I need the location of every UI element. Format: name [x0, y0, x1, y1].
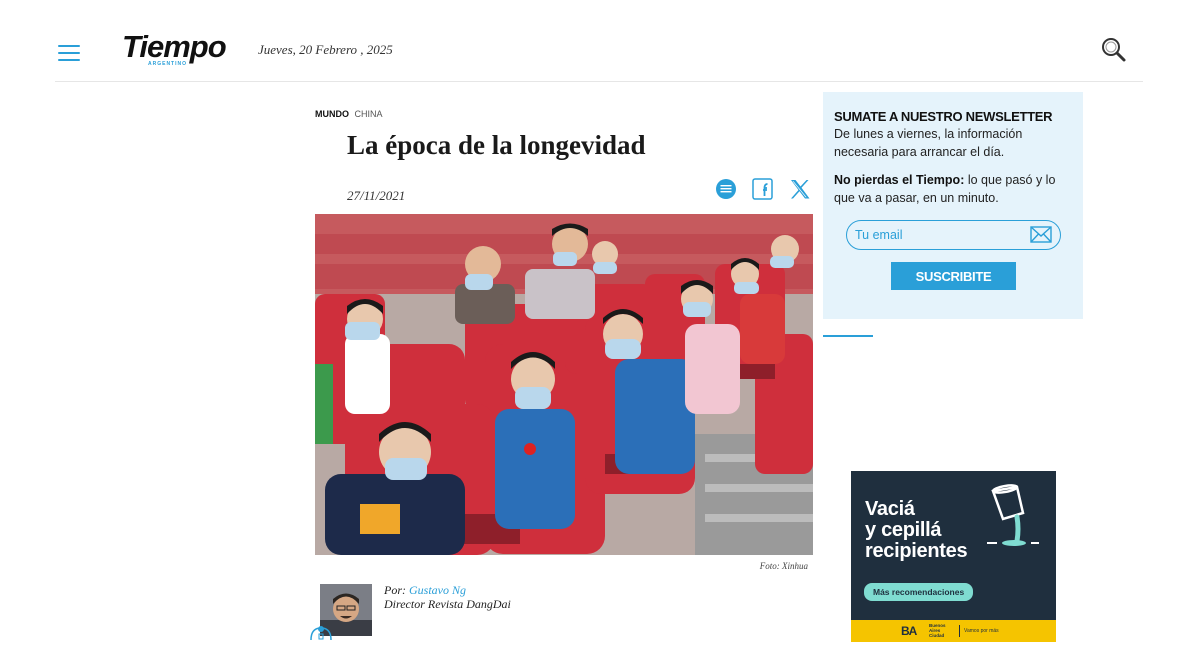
- ad-headline-line-2: y cepillá: [865, 519, 942, 541]
- author-prefix: Por:: [384, 583, 406, 597]
- article-date: 27/11/2021: [347, 188, 406, 203]
- ad-headline-line-1: Vaciá: [865, 498, 915, 520]
- newsletter-box: SUMATE A NUESTRO NEWSLETTER De lunes a v…: [823, 92, 1083, 319]
- bucket-icon: [987, 484, 1039, 546]
- ad-tagline: Vamos por más: [964, 628, 999, 634]
- ad-footer: BA Buenos Aires Ciudad Vamos por más: [851, 620, 1056, 642]
- author-name-link[interactable]: Gustavo Ng: [409, 583, 466, 597]
- breadcrumb-tag[interactable]: CHINA: [355, 109, 383, 119]
- ad-headline-line-3: recipientes: [865, 540, 968, 562]
- photo-caption: Foto: Xinhua: [759, 561, 808, 571]
- mail-icon: [1030, 225, 1052, 244]
- search-icon[interactable]: [1101, 37, 1127, 63]
- author-info: Por: Gustavo Ng Director Revista DangDai: [384, 583, 511, 611]
- facebook-icon[interactable]: [751, 177, 775, 201]
- newsletter-heading: SUMATE A NUESTRO NEWSLETTER: [834, 109, 1053, 124]
- x-twitter-icon[interactable]: [788, 177, 812, 201]
- ad-cta-button[interactable]: Más recomendaciones: [864, 583, 974, 601]
- author-role: Director Revista DangDai: [384, 597, 511, 611]
- newsletter-email-input[interactable]: [855, 226, 1025, 244]
- advertisement-banner[interactable]: Vaciá y cepillá recipientes Más recomend…: [851, 471, 1056, 642]
- hamburger-menu-icon[interactable]: [58, 45, 80, 61]
- ad-brand-subtitle: Buenos Aires Ciudad: [929, 623, 946, 638]
- article-photo: [315, 214, 813, 555]
- ad-divider: [959, 625, 960, 637]
- ad-headline: Vaciá y cepillá recipientes: [865, 498, 968, 562]
- site-logo[interactable]: Tiempo ARGENTINO: [122, 30, 232, 70]
- site-header: Tiempo ARGENTINO Jueves, 20 Febrero , 20…: [55, 20, 1143, 82]
- whatsapp-icon[interactable]: [714, 177, 738, 201]
- newsletter-tagline: No pierdas el Tiempo: lo que pasó y lo q…: [834, 171, 1072, 207]
- ad-brand-logo: BA: [901, 624, 917, 638]
- logo-text: Tiempo: [122, 29, 227, 64]
- newsletter-description: De lunes a viernes, la información neces…: [834, 127, 1023, 159]
- article-title: La época de la longevidad: [347, 130, 646, 160]
- breadcrumb: MUNDO CHINA: [315, 109, 383, 119]
- newsletter-email-wrapper: [846, 220, 1061, 250]
- newsletter-divider: [823, 335, 873, 337]
- newsletter-tagline-bold: No pierdas el Tiempo:: [834, 173, 965, 187]
- logo-subtext: ARGENTINO: [148, 61, 187, 67]
- breadcrumb-section[interactable]: MUNDO: [315, 109, 349, 119]
- subscribe-button[interactable]: SUSCRIBITE: [891, 262, 1016, 290]
- header-date: Jueves, 20 Febrero , 2025: [258, 42, 393, 57]
- author-badge-icon: [309, 622, 333, 642]
